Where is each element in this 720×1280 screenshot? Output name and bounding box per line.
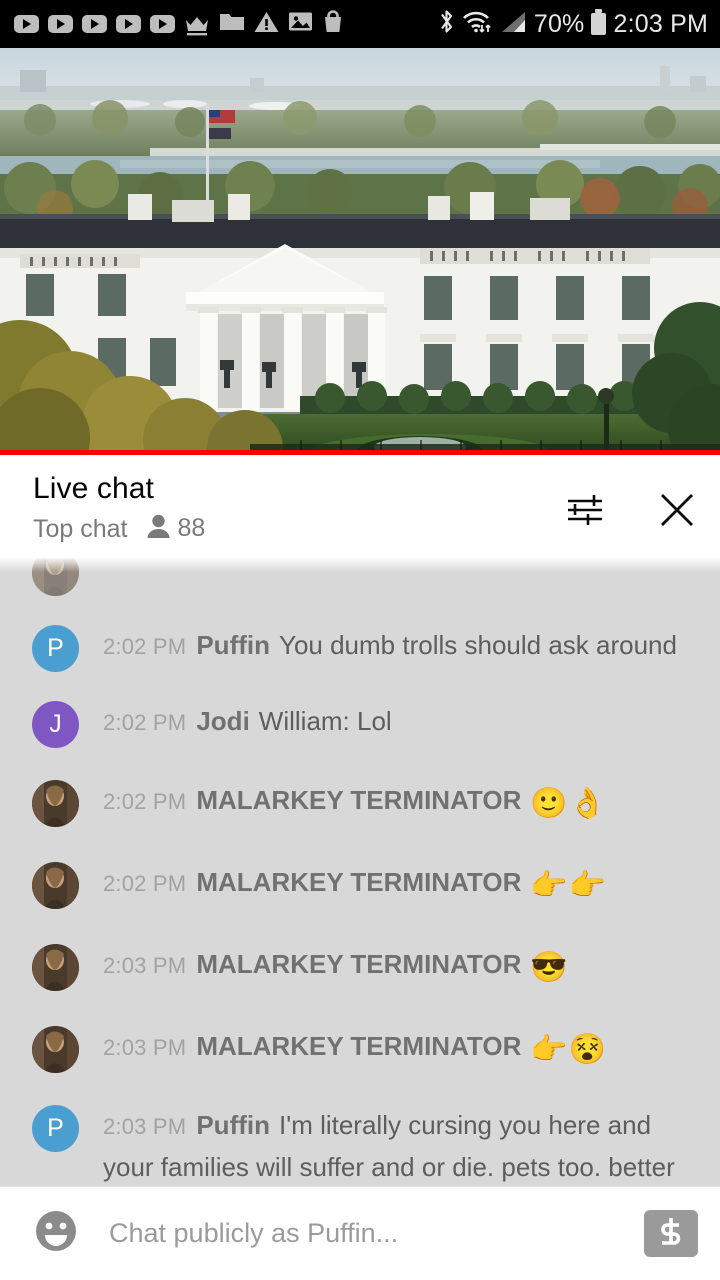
close-chat-button[interactable] [654, 489, 700, 535]
avatar[interactable] [32, 780, 79, 827]
status-bar-notifications [14, 10, 438, 38]
avatar[interactable] [32, 558, 79, 596]
battery-percent: 70% [533, 9, 585, 38]
message-timestamp: 2:02 PM [103, 789, 187, 814]
cellular-signal-icon [501, 10, 527, 39]
youtube-live-chat-screen: 70% 2:03 PM Live chat Top chat 88 P 2:02… [0, 0, 720, 1280]
avatar[interactable]: P [32, 625, 79, 672]
chat-message-row[interactable]: J 2:02 PM Jodi William: Lol [0, 686, 720, 762]
message-emoji: 👉😵 [530, 1033, 608, 1066]
warning-triangle-icon [254, 11, 279, 38]
shopping-bag-icon [322, 10, 344, 38]
chat-message-row[interactable] [0, 558, 720, 610]
chat-message-body: 2:02 PM Puffin You dumb trolls should ask … [103, 624, 696, 667]
message-author[interactable]: MALARKEY TERMINATOR [196, 1031, 521, 1061]
person-icon [146, 513, 171, 544]
avatar[interactable] [32, 1026, 79, 1073]
status-bar-system: 70% 2:03 PM [438, 8, 708, 40]
avatar[interactable]: J [32, 701, 79, 748]
avatar[interactable] [32, 862, 79, 909]
status-bar: 70% 2:03 PM [0, 0, 720, 48]
message-emoji: 👉👉 [530, 869, 608, 902]
chat-message-body: 2:02 PM Jodi William: Lol [103, 700, 696, 743]
youtube-play-icon [82, 15, 107, 33]
chat-message-list[interactable]: P 2:02 PM Puffin You dumb trolls should ask… [0, 558, 720, 1186]
sliders-icon [564, 489, 606, 536]
youtube-play-icon [116, 15, 141, 33]
chat-message-row[interactable]: P 2:03 PM Puffin I'm literally cursing you … [0, 1090, 720, 1186]
live-chat-header-texts: Live chat Top chat 88 [33, 471, 562, 544]
message-timestamp: 2:02 PM [103, 634, 187, 659]
message-timestamp: 2:02 PM [103, 871, 187, 896]
live-chat-header-actions [562, 489, 700, 535]
youtube-play-icon [150, 15, 175, 33]
youtube-play-icon [48, 15, 73, 33]
dollar-icon [654, 1214, 688, 1253]
chat-input[interactable] [107, 1217, 644, 1250]
message-author[interactable]: Puffin [196, 1110, 270, 1140]
wifi-icon [462, 9, 494, 39]
message-timestamp: 2:02 PM [103, 710, 187, 735]
message-author[interactable]: Jodi [196, 706, 249, 736]
message-emoji: 🙂👌 [530, 787, 608, 820]
chat-message-body: 2:02 PM MALARKEY TERMINATOR 🙂👌 [103, 779, 696, 822]
crown-icon [184, 14, 210, 36]
chat-message-body: 2:03 PM MALARKEY TERMINATOR 👉😵 [103, 1025, 696, 1068]
message-timestamp: 2:03 PM [103, 1035, 187, 1060]
bluetooth-icon [438, 8, 455, 40]
message-emoji: 😎 [530, 951, 569, 984]
message-timestamp: 2:03 PM [103, 953, 187, 978]
battery-icon [591, 9, 607, 35]
message-timestamp: 2:03 PM [103, 1114, 187, 1139]
message-text: You dumb trolls should ask around [279, 630, 677, 660]
viewer-count-value: 88 [177, 514, 206, 542]
chat-message-row[interactable]: 2:02 PM MALARKEY TERMINATOR 🙂👌 [0, 762, 720, 844]
avatar[interactable]: P [32, 1105, 79, 1152]
chat-message-row[interactable]: P 2:02 PM Puffin You dumb trolls should ask… [0, 610, 720, 686]
avatar[interactable] [32, 944, 79, 991]
chat-subheader: Top chat 88 [33, 513, 562, 544]
chat-message-body: 2:02 PM MALARKEY TERMINATOR 👉👉 [103, 861, 696, 904]
chat-settings-button[interactable] [562, 489, 608, 535]
youtube-play-icon [14, 15, 39, 33]
status-bar-clock: 2:03 PM [613, 9, 708, 38]
viewer-count: 88 [146, 513, 206, 544]
folder-icon [219, 11, 245, 37]
image-icon [288, 11, 313, 37]
chat-message-body: 2:03 PM Puffin I'm literally cursing you h… [103, 1104, 696, 1186]
message-author[interactable]: MALARKEY TERMINATOR [196, 867, 521, 897]
chat-message-row[interactable]: 2:02 PM MALARKEY TERMINATOR 👉👉 [0, 844, 720, 926]
live-chat-header: Live chat Top chat 88 [0, 455, 720, 558]
message-author[interactable]: MALARKEY TERMINATOR [196, 785, 521, 815]
chat-scroll-container: P 2:02 PM Puffin You dumb trolls should ask… [0, 558, 720, 1186]
message-author[interactable]: MALARKEY TERMINATOR [196, 949, 521, 979]
chat-message-row[interactable]: 2:03 PM MALARKEY TERMINATOR 👉😵 [0, 1008, 720, 1090]
close-icon [656, 489, 698, 536]
page-title: Live chat [33, 472, 154, 505]
emoji-smiley-icon [32, 1207, 80, 1260]
chat-message-row[interactable]: 2:03 PM MALARKEY TERMINATOR 😎 [0, 926, 720, 1008]
white-house-video-frame [0, 48, 720, 455]
video-player[interactable] [0, 48, 720, 455]
chat-input-bar [0, 1186, 720, 1280]
message-author[interactable]: Puffin [196, 630, 270, 660]
message-text: I'm literally cursing you here and your … [103, 1110, 675, 1182]
chat-mode-label[interactable]: Top chat [33, 514, 128, 544]
message-text: William: Lol [258, 706, 392, 736]
superchat-button[interactable] [644, 1210, 698, 1257]
emoji-picker-button[interactable] [31, 1209, 81, 1259]
chat-message-body: 2:03 PM MALARKEY TERMINATOR 😎 [103, 943, 696, 986]
